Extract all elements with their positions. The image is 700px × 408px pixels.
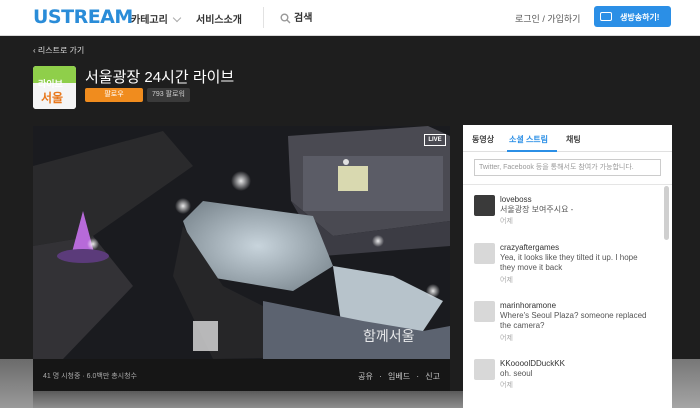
- chevron-down-icon: [172, 13, 182, 23]
- divider: [463, 184, 672, 185]
- background-image-strip: [0, 359, 33, 408]
- message-text: Where's Seoul Plaza? someone replaced th…: [500, 311, 647, 330]
- active-tab-indicator: [507, 150, 557, 152]
- broadcast-button-label: 생방송하기!: [620, 13, 660, 22]
- channel-logo-text-bottom: 서울: [41, 91, 64, 105]
- message-time: 어제: [500, 335, 513, 342]
- nav-category[interactable]: 카테고리: [131, 11, 182, 26]
- share-button[interactable]: 공유: [358, 372, 373, 381]
- back-to-list-link[interactable]: ‹ 리스트로 가기: [33, 45, 84, 56]
- message-user[interactable]: loveboss: [500, 195, 532, 204]
- social-panel: 동영상 소셜 스트림 채팅 Twitter, Facebook 등을 통해서도 …: [463, 125, 672, 408]
- panel-tabs: 동영상 소셜 스트림 채팅: [463, 125, 672, 152]
- separator: ·: [416, 372, 420, 381]
- svg-text:함께서울: 함께서울: [363, 329, 415, 345]
- follower-count: 793 팔로워: [147, 88, 190, 102]
- follow-button[interactable]: 팔로우: [85, 88, 143, 102]
- live-badge: LIVE: [424, 134, 446, 146]
- message-text: Yea, it looks like they tilted it up. I …: [500, 253, 638, 272]
- tab-social-stream[interactable]: 소셜 스트림: [509, 134, 548, 145]
- back-link-label: 리스트로 가기: [37, 46, 85, 55]
- top-nav-bar: USTREAM 카테고리 서비스소개 검색 로그인 / 가입하기 생방송하기!: [0, 0, 700, 36]
- login-signup-link[interactable]: 로그인 / 가입하기: [515, 12, 580, 25]
- ustream-logo[interactable]: USTREAM: [33, 6, 133, 28]
- background-image-strip: [33, 391, 463, 408]
- search-icon: [280, 13, 291, 24]
- search-button[interactable]: 검색: [280, 9, 312, 24]
- avatar[interactable]: [474, 359, 495, 380]
- nav-category-label: 카테고리: [131, 15, 168, 26]
- broadcast-button[interactable]: 생방송하기!: [594, 6, 671, 27]
- message-time: 어제: [500, 382, 513, 389]
- channel-logo: 라이브 서울: [33, 66, 76, 109]
- separator: ·: [379, 372, 382, 381]
- camera-icon: [600, 12, 612, 21]
- divider: [263, 7, 264, 28]
- avatar[interactable]: [474, 243, 495, 264]
- avatar[interactable]: [474, 301, 495, 322]
- tab-chat[interactable]: 채팅: [566, 134, 581, 145]
- social-input[interactable]: Twitter, Facebook 등을 통해서도 참여가 가능합니다.: [474, 159, 661, 176]
- nav-service-intro[interactable]: 서비스소개: [196, 11, 242, 26]
- avatar[interactable]: [474, 195, 495, 216]
- message-time: 어제: [500, 218, 513, 225]
- message-user[interactable]: crazyaftergames: [500, 243, 559, 252]
- report-button[interactable]: 신고: [425, 372, 440, 381]
- message-user[interactable]: marinhoramone: [500, 301, 556, 310]
- channel-title: 서울광장 24시간 라이브: [85, 69, 235, 86]
- video-info-bar: 41 명 시청중 · 6.0백만 총시청수 공유 · 임베드 · 신고: [33, 359, 450, 391]
- message-user[interactable]: KKoooolDDuckKK: [500, 359, 565, 368]
- background-image-strip: [672, 359, 700, 408]
- message-text: 서울광장 보여주시요 -: [500, 205, 574, 214]
- video-player[interactable]: 함께서울: [33, 126, 450, 359]
- video-actions: 공유 · 임베드 · 신고: [354, 371, 440, 382]
- tab-videos[interactable]: 동영상: [472, 134, 494, 145]
- search-label: 검색: [294, 13, 313, 24]
- video-frame: 함께서울: [33, 126, 450, 359]
- panel-scrollbar[interactable]: [664, 186, 669, 240]
- viewer-stats: 41 명 시청중 · 6.0백만 총시청수: [43, 373, 137, 380]
- embed-button[interactable]: 임베드: [388, 372, 410, 381]
- message-text: oh. seoul: [500, 369, 533, 378]
- message-time: 어제: [500, 277, 513, 284]
